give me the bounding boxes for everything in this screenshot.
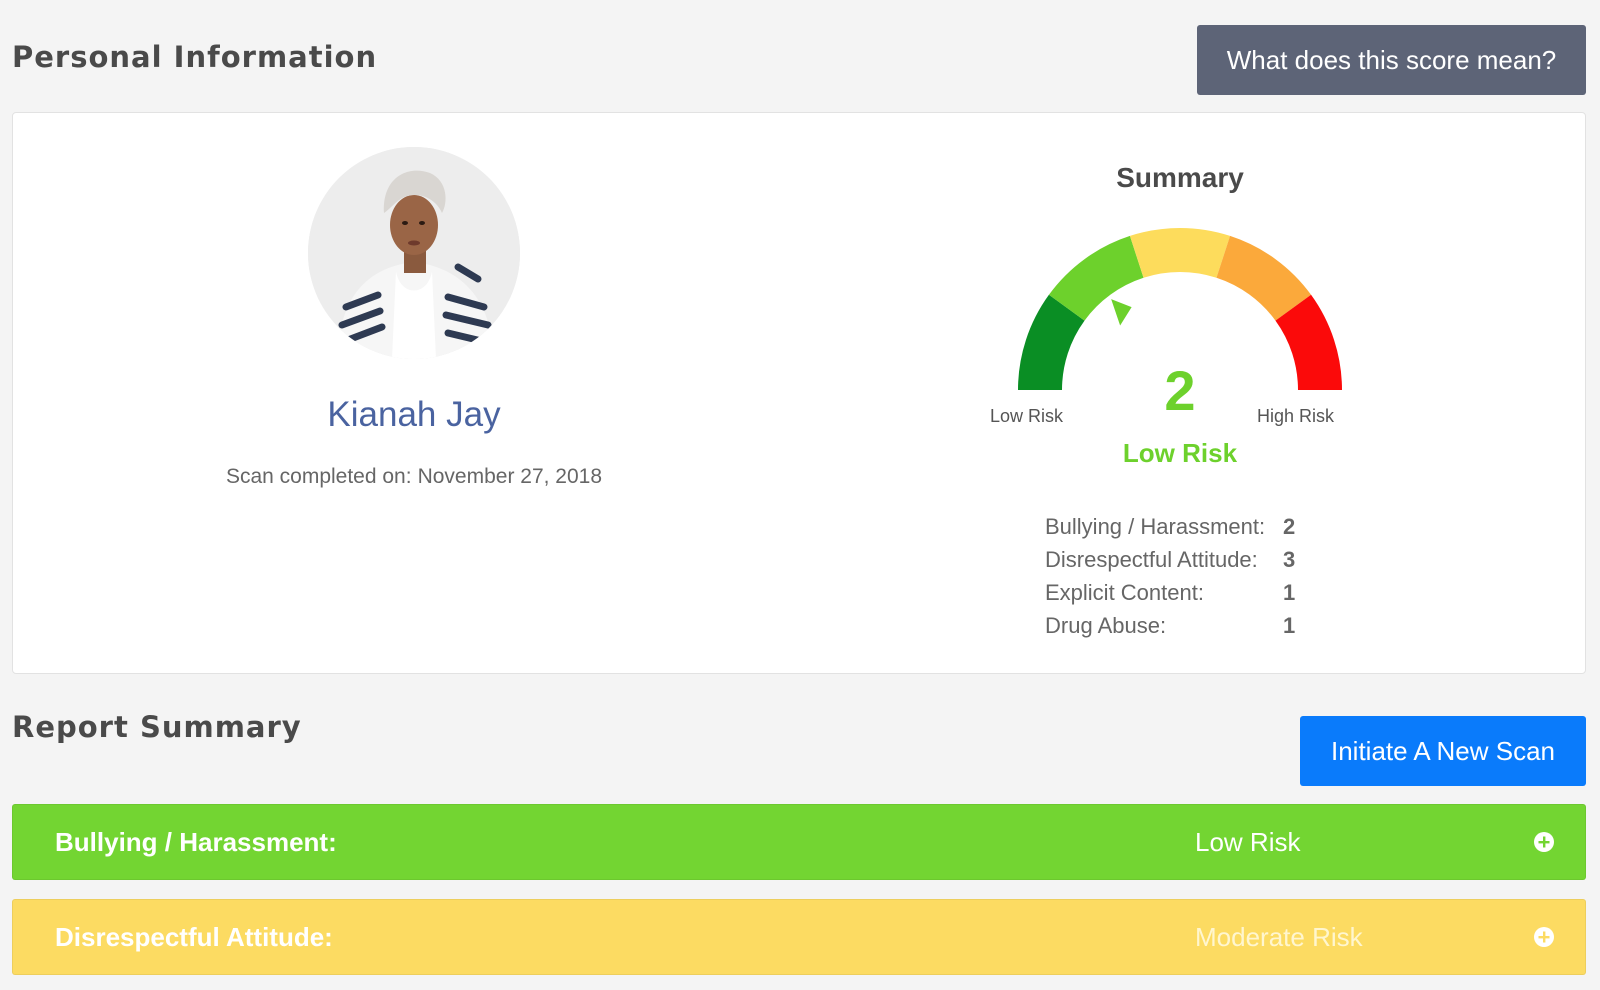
breakdown-value: 2	[1283, 513, 1296, 539]
breakdown-value: 1	[1283, 612, 1296, 638]
breakdown-value: 1	[1283, 579, 1296, 605]
breakdown-row: Disrespectful Attitude: 3	[1045, 543, 1303, 576]
gauge-low-risk-label: Low Risk	[990, 406, 1064, 426]
what-does-score-mean-button[interactable]: What does this score mean?	[1197, 25, 1586, 95]
initiate-new-scan-button[interactable]: Initiate A New Scan	[1300, 716, 1586, 786]
breakdown-label: Disrespectful Attitude:	[1045, 546, 1258, 572]
person-name: Kianah Jay	[327, 395, 501, 434]
breakdown-label: Drug Abuse:	[1045, 612, 1167, 638]
breakdown-label: Bullying / Harassment:	[1045, 513, 1266, 539]
breakdown-row: Bullying / Harassment: 2	[1045, 510, 1303, 543]
gauge-high-risk-label: High Risk	[1257, 406, 1335, 426]
gauge-score-value: 2	[1164, 359, 1196, 422]
avatar-photo	[308, 147, 520, 359]
scan-completed-date: November 27, 2018	[417, 465, 603, 488]
report-page: Personal Information What does this scor…	[0, 0, 1600, 990]
gauge-segment	[1129, 228, 1231, 278]
summary-heading: Summary	[1116, 162, 1244, 193]
plus-circle-icon[interactable]	[1533, 831, 1555, 853]
scan-completed-text: Scan completed on: November 27, 2018	[13, 465, 815, 489]
report-item-disrespectful-attitude[interactable]: Disrespectful Attitude: Moderate Risk	[12, 899, 1586, 975]
personal-information-heading: Personal Information	[12, 40, 378, 74]
gauge-pointer-icon	[1111, 299, 1132, 326]
report-summary-heading: Report Summary	[12, 710, 302, 744]
report-item-risk-level: Moderate Risk	[1195, 921, 1363, 952]
breakdown-row: Explicit Content: 1	[1045, 576, 1303, 609]
breakdown-label: Explicit Content:	[1045, 579, 1204, 605]
gauge-risk-level: Low Risk	[1122, 438, 1238, 468]
breakdown-row: Drug Abuse: 1	[1045, 609, 1303, 642]
report-item-category: Disrespectful Attitude:	[55, 921, 333, 952]
breakdown-value: 3	[1283, 546, 1296, 572]
risk-breakdown-list: Bullying / Harassment: 2 Disrespectful A…	[1045, 510, 1303, 642]
plus-circle-icon[interactable]	[1533, 926, 1555, 948]
report-item-category: Bullying / Harassment:	[55, 826, 337, 857]
scan-completed-label: Scan completed on:	[225, 465, 412, 488]
avatar	[308, 147, 520, 359]
report-item-risk-level: Low Risk	[1195, 826, 1301, 857]
report-item-bullying[interactable]: Bullying / Harassment: Low Risk	[12, 804, 1586, 880]
